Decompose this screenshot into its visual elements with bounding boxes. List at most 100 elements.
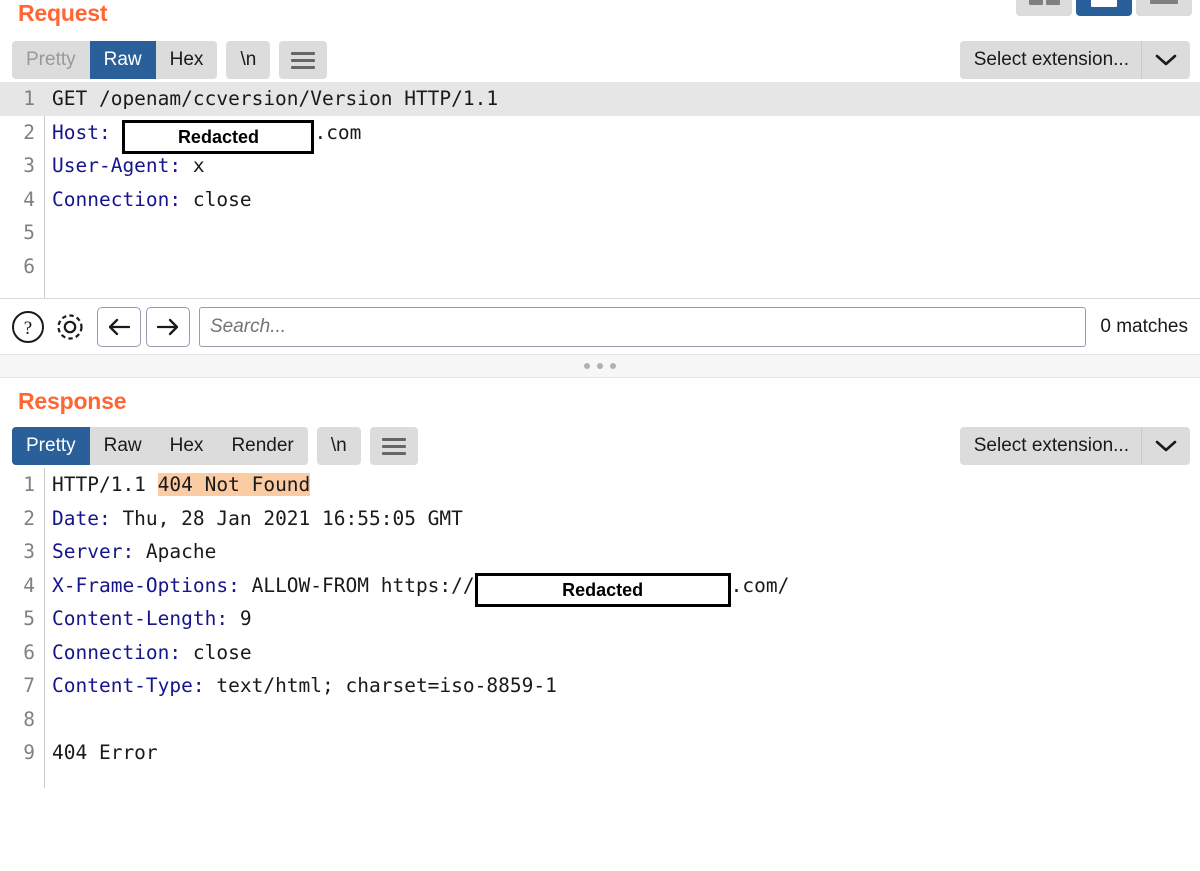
request-view-tabs: Pretty Raw Hex bbox=[12, 41, 218, 79]
line-number: 5 bbox=[23, 221, 35, 244]
line-number: 1 bbox=[23, 87, 35, 110]
header-value: close bbox=[181, 187, 252, 211]
line-number: 6 bbox=[23, 640, 35, 664]
line-content: Content-Length: 9 bbox=[44, 602, 252, 636]
line-content: Host: Redacted .com bbox=[44, 116, 362, 154]
header-key: Content-Type: bbox=[52, 674, 205, 697]
pane-glyph-right bbox=[1045, 0, 1060, 5]
line-content bbox=[44, 216, 52, 250]
line-number: 7 bbox=[23, 674, 35, 697]
handle-dot bbox=[584, 363, 590, 369]
line-number: 5 bbox=[23, 607, 35, 630]
status-badge: 404 Not Found bbox=[157, 473, 311, 496]
request-tab-pretty[interactable]: Pretty bbox=[12, 41, 90, 79]
header-key: Host: bbox=[52, 120, 111, 144]
question-mark-circle-icon[interactable]: ? bbox=[8, 307, 48, 347]
single-tab-view-button[interactable] bbox=[1136, 0, 1192, 16]
svg-text:?: ? bbox=[24, 318, 32, 339]
response-tab-pretty[interactable]: Pretty bbox=[12, 427, 90, 465]
response-menu-button[interactable] bbox=[369, 427, 418, 465]
header-key: User-Agent: bbox=[52, 154, 182, 177]
response-section-header: Response bbox=[0, 378, 1200, 424]
search-match-count: 0 matches bbox=[1100, 315, 1188, 337]
line-content: Server: Apache bbox=[44, 535, 216, 569]
code-line: 4 Connection: close bbox=[0, 183, 1200, 217]
request-newline-button[interactable]: \n bbox=[226, 41, 271, 79]
response-tab-hex[interactable]: Hex bbox=[155, 427, 218, 465]
handle-dot bbox=[610, 363, 616, 369]
code-line: 4 X-Frame-Options: ALLOW-FROM https://Re… bbox=[0, 569, 1200, 607]
search-next-button[interactable] bbox=[146, 306, 190, 347]
response-select-extension-dropdown[interactable]: Select extension... bbox=[959, 427, 1190, 465]
request-menu-button[interactable] bbox=[279, 41, 328, 79]
status-line-prefix: HTTP/1.1 bbox=[52, 473, 158, 496]
line-number: 6 bbox=[23, 254, 35, 278]
request-search-bar: ? 0 matches bbox=[0, 298, 1200, 354]
response-body-editor[interactable]: 1 HTTP/1.1 404 Not Found 2 Date: Thu, 28… bbox=[0, 468, 1200, 788]
code-line: 2 Date: Thu, 28 Jan 2021 16:55:05 GMT bbox=[0, 502, 1200, 536]
split-vertical-view-button[interactable] bbox=[1016, 0, 1072, 16]
header-key: X-Frame-Options: bbox=[52, 573, 240, 597]
line-content: Connection: close bbox=[44, 183, 252, 217]
code-line: 3 Server: Apache bbox=[0, 535, 1200, 569]
pane-glyph-stacked bbox=[1091, 0, 1117, 7]
response-newline-button[interactable]: \n bbox=[316, 427, 361, 465]
split-horizontal-view-button[interactable] bbox=[1076, 0, 1132, 16]
response-view-tabs: Pretty Raw Hex Render bbox=[12, 427, 308, 465]
chevron-down-icon bbox=[1142, 439, 1190, 453]
code-line: 1 GET /openam/ccversion/Version HTTP/1.1 bbox=[0, 82, 1200, 116]
code-line: 5 Content-Length: 9 bbox=[0, 602, 1200, 636]
header-value: Apache bbox=[134, 540, 217, 563]
line-number: 4 bbox=[23, 573, 35, 597]
request-tab-hex[interactable]: Hex bbox=[155, 41, 218, 79]
header-key: Connection: bbox=[52, 187, 182, 211]
code-line: 3 User-Agent: x bbox=[0, 149, 1200, 183]
code-line: 5 bbox=[0, 216, 1200, 250]
origin-suffix: .com/ bbox=[730, 573, 790, 597]
hamburger-menu-icon bbox=[291, 51, 316, 69]
line-content: 404 Error bbox=[52, 741, 158, 764]
response-toolbar: Pretty Raw Hex Render \n Select extensio… bbox=[0, 424, 1200, 468]
header-value: text/html; charset=iso-8859-1 bbox=[204, 674, 557, 697]
header-value: ALLOW-FROM https:// bbox=[239, 573, 475, 597]
header-value: Thu, 28 Jan 2021 16:55:05 GMT bbox=[110, 506, 463, 530]
header-value: close bbox=[181, 640, 252, 664]
request-tab-raw[interactable]: Raw bbox=[89, 41, 156, 79]
request-body-editor[interactable]: 1 GET /openam/ccversion/Version HTTP/1.1… bbox=[0, 82, 1200, 298]
line-number: 1 bbox=[23, 473, 35, 496]
panel-resize-handle[interactable] bbox=[0, 354, 1200, 378]
code-line: 1 HTTP/1.1 404 Not Found bbox=[0, 468, 1200, 502]
line-content: Connection: close bbox=[44, 636, 252, 670]
line-content: HTTP/1.1 404 Not Found bbox=[44, 468, 311, 502]
pane-glyph-left bbox=[1028, 0, 1043, 5]
code-line: 2 Host: Redacted .com bbox=[0, 116, 1200, 154]
line-number: 2 bbox=[23, 120, 35, 144]
gear-icon[interactable] bbox=[48, 307, 92, 347]
pane-glyph-single bbox=[1150, 0, 1178, 4]
line-number: 4 bbox=[23, 187, 35, 211]
header-key: Date: bbox=[52, 506, 111, 530]
header-key: Content-Length: bbox=[52, 607, 229, 630]
header-value: 9 bbox=[228, 607, 252, 630]
response-tab-raw[interactable]: Raw bbox=[89, 427, 156, 465]
line-number: 8 bbox=[23, 707, 35, 731]
line-content: Date: Thu, 28 Jan 2021 16:55:05 GMT bbox=[44, 502, 463, 536]
code-line: 8 bbox=[0, 703, 1200, 737]
host-suffix: .com bbox=[314, 120, 362, 144]
line-content: Content-Type: text/html; charset=iso-885… bbox=[44, 669, 557, 703]
code-line: 6 Connection: close bbox=[0, 636, 1200, 670]
search-input[interactable] bbox=[199, 306, 1087, 347]
response-tab-render[interactable]: Render bbox=[217, 427, 308, 465]
request-toolbar: Pretty Raw Hex \n Select extension... bbox=[0, 38, 1200, 82]
line-content bbox=[44, 250, 52, 284]
header-key: Connection: bbox=[52, 640, 182, 664]
response-title: Response bbox=[18, 387, 127, 414]
line-content: GET /openam/ccversion/Version HTTP/1.1 bbox=[52, 87, 499, 110]
header-value: x bbox=[181, 154, 205, 177]
handle-dot bbox=[597, 363, 603, 369]
request-select-extension-dropdown[interactable]: Select extension... bbox=[959, 41, 1190, 79]
layout-toggle-group bbox=[1016, 0, 1192, 16]
code-line: 7 Content-Type: text/html; charset=iso-8… bbox=[0, 669, 1200, 703]
code-line: 9 404 Error bbox=[0, 736, 1200, 770]
search-previous-button[interactable] bbox=[97, 306, 141, 347]
